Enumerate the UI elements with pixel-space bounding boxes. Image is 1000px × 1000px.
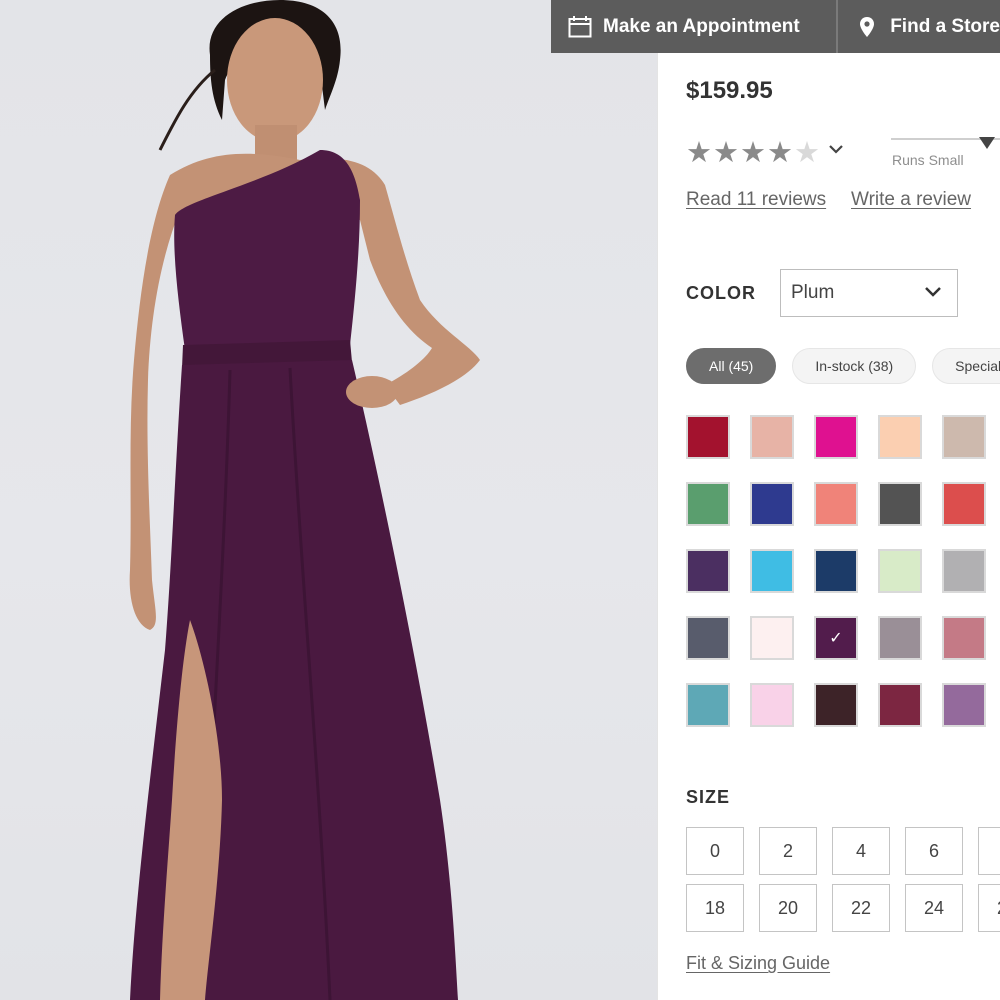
size-heading: SIZE [686, 787, 731, 807]
color-swatch[interactable] [686, 415, 730, 459]
color-swatch[interactable] [942, 683, 986, 727]
fit-label: Runs Small [892, 152, 964, 168]
make-appointment-button[interactable]: Make an Appointment [551, 0, 836, 53]
color-swatch[interactable] [686, 616, 730, 660]
size-option-button[interactable]: 6 [905, 827, 963, 875]
write-review-link[interactable]: Write a review [851, 189, 971, 211]
color-filter-pills: All (45) In-stock (38) Special [686, 348, 1000, 384]
color-select[interactable]: Plum [780, 269, 958, 317]
read-reviews-link[interactable]: Read 11 reviews [686, 189, 826, 211]
color-swatch[interactable] [878, 482, 922, 526]
size-option-button[interactable]: 20 [759, 884, 817, 932]
model-wearing-dress-image [129, 0, 480, 1000]
color-swatch[interactable] [814, 482, 858, 526]
find-store-button[interactable]: Find a Store [836, 0, 1000, 53]
color-swatch[interactable] [750, 616, 794, 660]
color-swatch[interactable] [686, 482, 730, 526]
color-swatch[interactable] [814, 415, 858, 459]
star-filled-icon: ★ [686, 137, 713, 169]
color-swatch[interactable] [750, 482, 794, 526]
size-option-button[interactable]: 4 [832, 827, 890, 875]
size-option-button[interactable]: 26 [978, 884, 1000, 932]
color-swatch[interactable] [942, 415, 986, 459]
color-swatch[interactable] [942, 482, 986, 526]
find-store-label: Find a Store [890, 15, 1000, 37]
product-price: $159.95 [686, 77, 773, 104]
product-details-panel: $159.95 ★★★★★ Runs Small Read 11 reviews… [657, 53, 1000, 1000]
color-swatch[interactable] [686, 683, 730, 727]
color-swatch[interactable] [686, 549, 730, 593]
filter-pill-in-stock[interactable]: In-stock (38) [792, 348, 917, 384]
color-swatch[interactable] [878, 549, 922, 593]
star-filled-icon: ★ [767, 137, 794, 169]
star-empty-icon: ★ [794, 137, 821, 169]
color-swatch[interactable] [750, 549, 794, 593]
rating-stars[interactable]: ★★★★★ [686, 135, 821, 170]
color-heading: COLOR [686, 283, 756, 303]
color-swatch-grid: ✓ [686, 415, 986, 727]
color-swatch[interactable] [814, 683, 858, 727]
color-swatch[interactable] [942, 616, 986, 660]
size-option-button[interactable]: 2 [759, 827, 817, 875]
size-option-button[interactable]: 18 [686, 884, 744, 932]
size-options-grid: 024681820222426 [686, 827, 1000, 932]
calendar-icon [567, 14, 593, 40]
chevron-down-icon[interactable] [828, 139, 844, 160]
color-swatch[interactable] [814, 549, 858, 593]
filter-pill-special[interactable]: Special [932, 348, 1000, 384]
make-appointment-label: Make an Appointment [603, 15, 800, 37]
color-swatch[interactable] [942, 549, 986, 593]
color-swatch[interactable] [878, 415, 922, 459]
size-option-button[interactable]: 0 [686, 827, 744, 875]
checkmark-icon: ✓ [829, 630, 843, 647]
product-photo [0, 0, 657, 1000]
color-select-value: Plum [791, 282, 835, 303]
color-swatch[interactable] [750, 415, 794, 459]
fit-sizing-guide-link[interactable]: Fit & Sizing Guide [686, 953, 830, 974]
top-action-bar: Make an Appointment Find a Store [551, 0, 1000, 53]
size-option-button[interactable]: 8 [978, 827, 1000, 875]
chevron-down-icon [923, 282, 943, 308]
color-swatch[interactable]: ✓ [814, 616, 858, 660]
star-filled-icon: ★ [713, 137, 740, 169]
size-option-button[interactable]: 22 [832, 884, 890, 932]
star-filled-icon: ★ [740, 137, 767, 169]
fit-scale-indicator [979, 137, 995, 149]
color-swatch[interactable] [750, 683, 794, 727]
color-swatch[interactable] [878, 616, 922, 660]
size-option-button[interactable]: 24 [905, 884, 963, 932]
map-pin-icon [854, 14, 880, 40]
color-swatch[interactable] [878, 683, 922, 727]
filter-pill-all[interactable]: All (45) [686, 348, 777, 384]
